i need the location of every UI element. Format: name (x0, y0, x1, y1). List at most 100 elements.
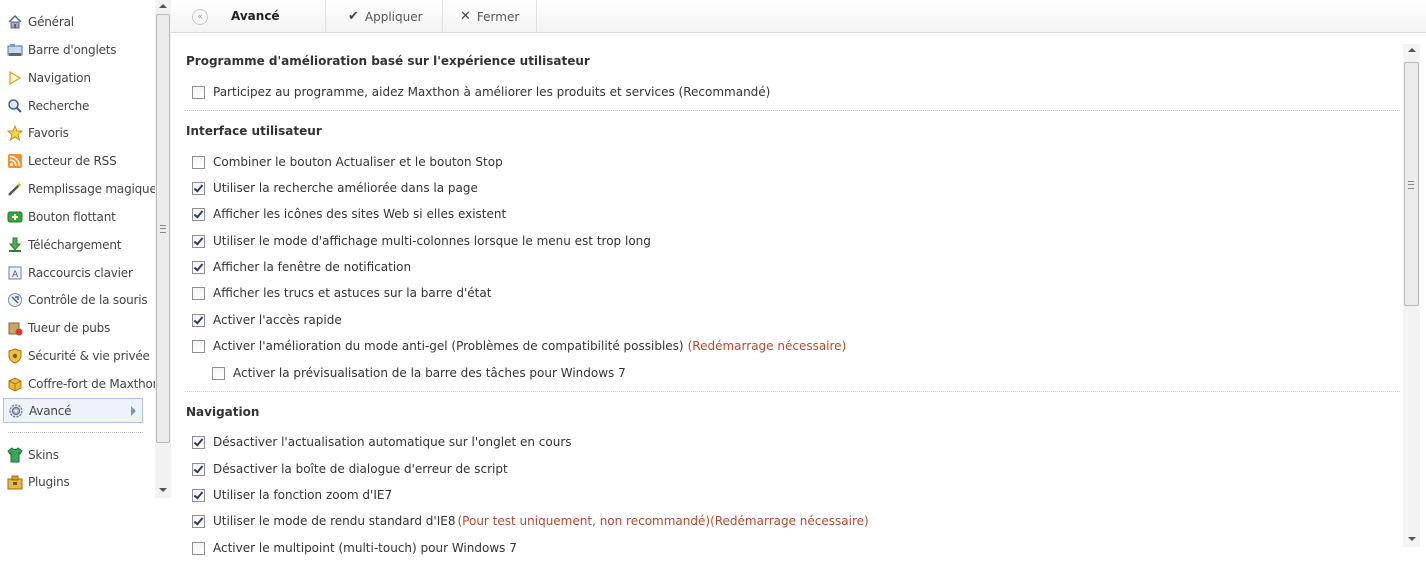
sidebar-item-advanced[interactable]: Avancé (3, 398, 143, 423)
option-show-site-icons[interactable]: Afficher les icônes des sites Web si ell… (192, 207, 506, 221)
sidebar-item-label: Recherche (28, 98, 90, 113)
test-only-note: (Pour test uniquement, non recommandé)(R… (457, 514, 869, 528)
option-label: Activer l'amélioration du mode anti-gel … (213, 339, 684, 353)
checkbox[interactable] (192, 541, 205, 555)
tabbar-icon (7, 42, 23, 58)
section-divider (185, 391, 1400, 392)
sidebar-scrollbar[interactable] (155, 0, 171, 498)
scroll-up-arrow-icon[interactable] (159, 4, 167, 8)
scroll-down-arrow-icon[interactable] (1408, 537, 1416, 541)
sidebar-item-label: Téléchargement (28, 237, 122, 252)
back-button[interactable]: « (192, 9, 208, 25)
sidebar-item-label: Avancé (29, 403, 72, 418)
ad-killer-icon (7, 320, 23, 336)
download-icon (7, 237, 23, 253)
option-status-bar-tips[interactable]: Afficher les trucs et astuces sur la bar… (192, 286, 491, 300)
checkbox[interactable] (192, 234, 205, 248)
content-scroll-thumb[interactable] (1404, 62, 1419, 306)
sidebar-item-maxthon-safe[interactable]: Coffre-fort de Maxthon (3, 371, 155, 396)
sidebar-item-plugins[interactable]: Plugins (3, 469, 144, 494)
sidebar-item-navigation[interactable]: Navigation (3, 65, 144, 90)
sidebar-item-label: Coffre-fort de Maxthon (28, 376, 155, 391)
option-multitouch[interactable]: Activer le multipoint (multi-touch) pour… (192, 541, 517, 555)
checkbox[interactable] (192, 286, 205, 300)
checkbox[interactable] (192, 181, 205, 195)
option-label: Participez au programme, aidez Maxthon à… (213, 85, 771, 99)
sidebar-item-favorites[interactable]: Favoris (3, 120, 144, 145)
content-scrollbar[interactable] (1403, 44, 1420, 547)
close-button[interactable]: ✕ Fermer (460, 9, 519, 24)
option-label: Afficher les icônes des sites Web si ell… (213, 207, 507, 221)
sidebar-item-floating-button[interactable]: Bouton flottant (3, 204, 144, 229)
section-title-user-experience: Programme d'amélioration basé sur l'expé… (186, 54, 590, 68)
sidebar-scroll-thumb[interactable] (156, 14, 170, 443)
option-disable-auto-refresh[interactable]: Désactiver l'actualisation automatique s… (192, 435, 572, 449)
checkbox[interactable] (192, 260, 205, 274)
sidebar-item-label: Plugins (28, 474, 70, 489)
sidebar-item-label: Raccourcis clavier (28, 265, 133, 280)
option-disable-script-error[interactable]: Désactiver la boîte de dialogue d'erreur… (192, 462, 508, 476)
option-enhanced-page-search[interactable]: Utiliser la recherche améliorée dans la … (192, 181, 478, 195)
scroll-up-arrow-icon[interactable] (1408, 48, 1416, 52)
section-title-navigation: Navigation (186, 405, 260, 419)
option-anti-freeze[interactable]: Activer l'amélioration du mode anti-gel … (192, 339, 846, 353)
star-icon (6, 124, 24, 141)
svg-text:A: A (12, 270, 19, 280)
sidebar-item-label: Général (28, 14, 74, 29)
checkbox[interactable] (192, 207, 205, 221)
checkbox[interactable] (192, 514, 205, 528)
option-experience-program[interactable]: Participez au programme, aidez Maxthon à… (192, 85, 770, 99)
checkbox[interactable] (192, 313, 205, 327)
sidebar-item-general[interactable]: Général (3, 9, 144, 34)
option-label: Utiliser le mode de rendu standard d'IE8 (213, 514, 456, 528)
sidebar-item-download[interactable]: Téléchargement (3, 232, 144, 257)
option-label: Activer l'accès rapide (213, 313, 342, 327)
shield-icon (7, 347, 23, 364)
checkbox[interactable] (192, 462, 205, 476)
scroll-down-arrow-icon[interactable] (159, 488, 167, 492)
sidebar-item-rss[interactable]: Lecteur de RSS (3, 148, 144, 173)
sidebar-item-label: Skins (28, 447, 59, 462)
checkbox[interactable] (192, 435, 205, 449)
checkbox[interactable] (192, 339, 205, 353)
toolbar-divider (536, 0, 537, 32)
option-combine-refresh-stop[interactable]: Combiner le bouton Actualiser et le bout… (192, 155, 503, 169)
option-label: Afficher les trucs et astuces sur la bar… (213, 286, 492, 300)
sidebar-item-label: Favoris (28, 125, 69, 140)
option-quick-access[interactable]: Activer l'accès rapide (192, 313, 342, 327)
grip-icon (160, 225, 166, 233)
navigation-arrow-icon (7, 70, 23, 86)
sidebar-item-label: Barre d'onglets (28, 42, 117, 57)
sidebar-item-search[interactable]: Recherche (3, 93, 144, 118)
option-label: Afficher la fenêtre de notification (213, 260, 412, 274)
apply-button[interactable]: ✔ Appliquer (348, 9, 423, 24)
sidebar-item-tabbar[interactable]: Barre d'onglets (3, 37, 144, 62)
option-win7-taskbar-preview[interactable]: Activer la prévisualisation de la barre … (212, 366, 626, 380)
option-multi-column-menu[interactable]: Utiliser le mode d'affichage multi-colon… (192, 234, 651, 248)
checkbox[interactable] (192, 488, 205, 502)
checkbox[interactable] (212, 366, 225, 380)
sidebar-item-security-privacy[interactable]: Sécurité & vie privée (3, 343, 150, 368)
option-ie8-standard-mode[interactable]: Utiliser le mode de rendu standard d'IE8… (192, 514, 869, 528)
safe-box-icon (7, 376, 23, 392)
option-ie7-zoom[interactable]: Utiliser la fonction zoom d'IE7 (192, 488, 392, 502)
sidebar-item-magic-fill[interactable]: Remplissage magique (3, 176, 155, 201)
sidebar-item-label: Contrôle de la souris (28, 292, 148, 307)
option-label: Utiliser la fonction zoom d'IE7 (213, 488, 393, 502)
sidebar-item-skins[interactable]: Skins (3, 442, 144, 467)
sidebar-item-keyboard-shortcuts[interactable]: A Raccourcis clavier (3, 260, 144, 285)
checkbox[interactable] (192, 155, 205, 169)
sidebar-item-mouse-control[interactable]: Contrôle de la souris (3, 287, 148, 312)
magnifier-icon (7, 98, 23, 114)
sidebar-item-ad-killer[interactable]: Tueur de pubs (3, 315, 144, 340)
option-notification-window[interactable]: Afficher la fenêtre de notification (192, 260, 411, 274)
option-label: Désactiver l'actualisation automatique s… (213, 435, 572, 449)
toolbar-divider (325, 0, 326, 32)
gear-icon (8, 403, 24, 419)
sidebar-item-label: Remplissage magique (28, 181, 155, 196)
sidebar-item-label: Lecteur de RSS (28, 153, 117, 168)
close-button-label: Fermer (476, 9, 520, 24)
chevron-right-icon (131, 406, 136, 416)
checkbox[interactable] (192, 85, 205, 99)
keyboard-icon: A (7, 265, 23, 281)
